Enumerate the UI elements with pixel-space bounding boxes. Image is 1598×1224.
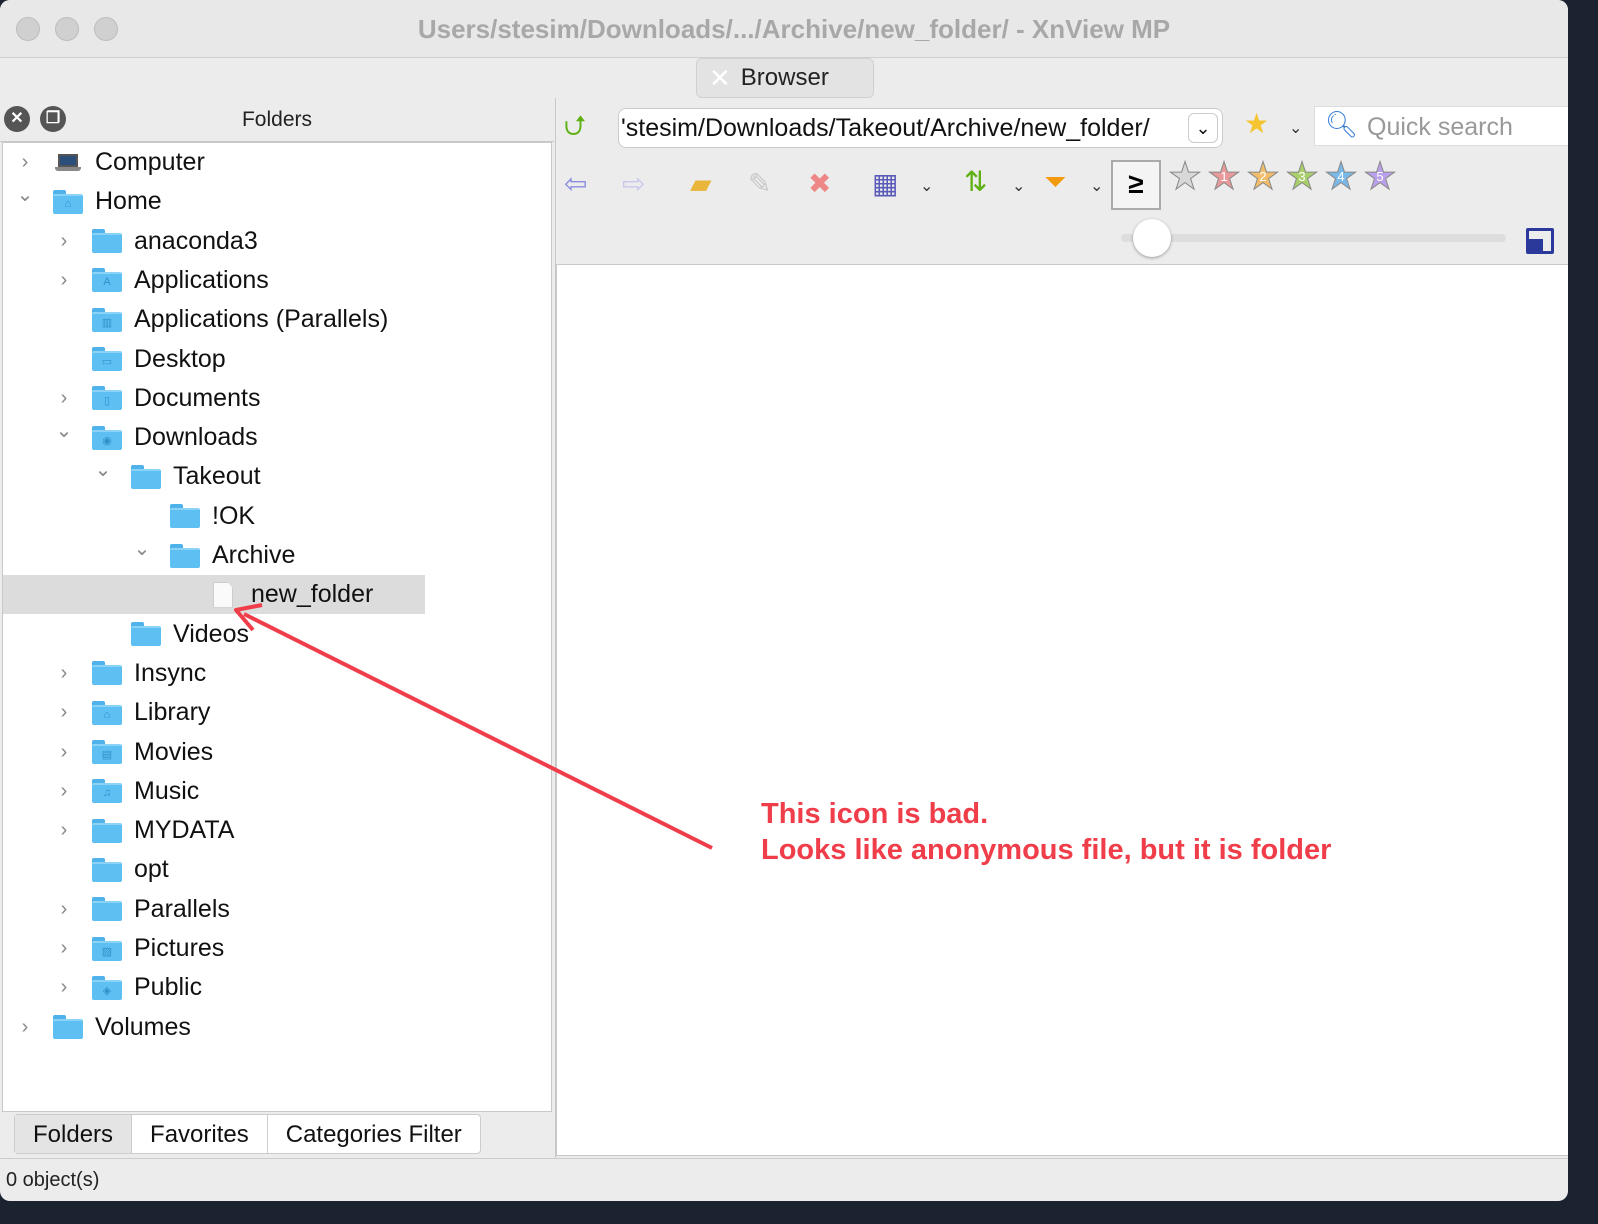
annotation-note: This icon is bad. Looks like anonymous f… [761, 796, 1331, 868]
annotation-line-2: Looks like anonymous file, but it is fol… [761, 834, 1332, 866]
annotation-line-1: This icon is bad. [761, 798, 989, 830]
annotation-arrow [234, 603, 713, 850]
